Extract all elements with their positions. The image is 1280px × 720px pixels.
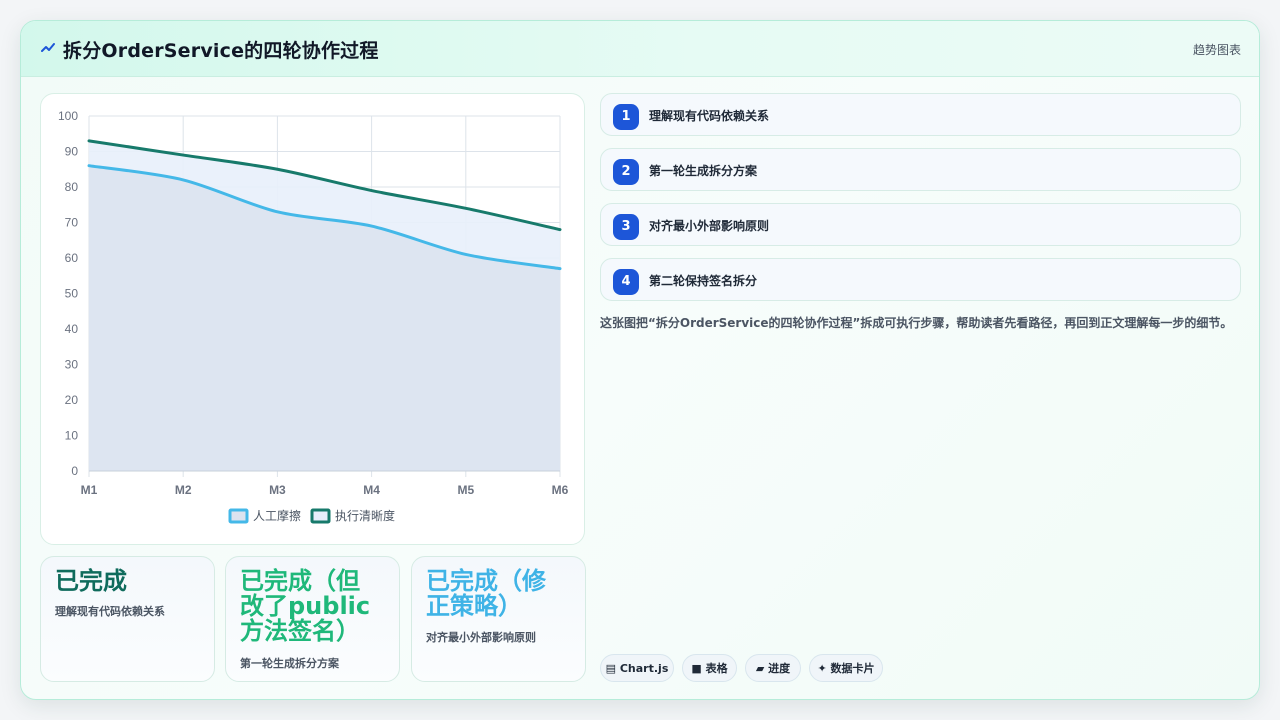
y-tick-label: 60 (65, 251, 79, 265)
tag-label: 表格 (705, 662, 728, 675)
legend-swatch (310, 508, 331, 524)
y-tick-label: 40 (65, 322, 79, 336)
step-label: 第一轮生成拆分方案 (649, 164, 758, 178)
page-title: 拆分OrderService的四轮协作过程 (63, 40, 379, 62)
y-tick-label: 0 (71, 464, 78, 478)
x-tick-label: M4 (363, 483, 380, 497)
tag-data-card[interactable]: ✦ 数据卡片 (809, 654, 883, 682)
y-tick-label: 20 (65, 393, 79, 407)
step-item-3: 3 对齐最小外部影响原则 (600, 203, 1241, 246)
chart-type-tag: 趋势图表 (1192, 43, 1241, 57)
tag-progress[interactable]: ▰ 进度 (745, 654, 801, 682)
zigzag-icon (41, 43, 55, 52)
x-tick-label: M6 (552, 483, 569, 497)
tag-chartjs[interactable]: ▤ Chart.js (600, 654, 674, 682)
x-tick-label: M2 (175, 483, 192, 497)
x-tick-label: M5 (457, 483, 474, 497)
step-item-2: 2 第一轮生成拆分方案 (600, 148, 1241, 191)
stat-value-line: 正策略） (426, 592, 522, 620)
step-number: 4 (613, 269, 639, 295)
stat-caption: 理解现有代码依赖关系 (55, 605, 165, 618)
stat-caption: 对齐最小外部影响原则 (426, 631, 536, 644)
step-label: 对齐最小外部影响原则 (649, 219, 770, 233)
tag-label: Chart.js (619, 662, 669, 675)
stat-value-line: 已完成 (55, 567, 127, 595)
y-tick-label: 70 (65, 216, 79, 230)
step-label: 第二轮保持签名拆分 (649, 274, 758, 288)
y-tick-label: 100 (58, 109, 78, 123)
line-chart: 0 10 20 30 40 50 60 70 80 90 100 M1 M2 M3 M4 M5 M6 人工摩擦 执行… (58, 109, 569, 524)
sparkle-icon: ✦ (817, 662, 827, 675)
chart-panel: 0 10 20 30 40 50 60 70 80 90 100 M1 M2 M3 M4 M5 M6 人工摩擦 执行… (40, 93, 585, 545)
stat-value-line: 改了public (240, 592, 371, 620)
y-tick-label: 90 (65, 145, 79, 159)
y-tick-label: 50 (65, 287, 79, 301)
stat-value-line: 方法签名） (240, 617, 360, 645)
header: 拆分OrderService的四轮协作过程 趋势图表 (21, 21, 1259, 77)
step-number: 3 (613, 214, 639, 240)
stat-value-line: 已完成（修 (426, 567, 546, 595)
x-tick-label: M1 (81, 483, 98, 497)
step-item-4: 4 第二轮保持签名拆分 (600, 258, 1241, 301)
stat-caption: 第一轮生成拆分方案 (240, 657, 339, 670)
legend-label: 执行清晰度 (335, 508, 395, 523)
stat-value: 已完成（修 正策略） (426, 569, 576, 619)
tag-label: 进度 (768, 662, 791, 675)
main-card: 拆分OrderService的四轮协作过程 趋势图表 0 10 20 30 40 50 60… (20, 20, 1260, 700)
stat-value: 已完成（但 改了public 方法签名） (240, 569, 390, 644)
legend-label: 人工摩擦 (253, 508, 301, 523)
y-tick-label: 30 (65, 358, 79, 372)
tag-label: 数据卡片 (830, 662, 875, 675)
step-number: 1 (613, 104, 639, 130)
step-number: 2 (613, 159, 639, 185)
step-label: 理解现有代码依赖关系 (649, 109, 770, 123)
stat-value-line: 已完成（但 (240, 567, 360, 595)
step-item-1: 1 理解现有代码依赖关系 (600, 93, 1241, 136)
stat-card-1: 已完成 理解现有代码依赖关系 (40, 556, 215, 682)
x-tick-label: M3 (269, 483, 286, 497)
stat-card-2: 已完成（但 改了public 方法签名） 第一轮生成拆分方案 (225, 556, 400, 682)
stat-card-3: 已完成（修 正策略） 对齐最小外部影响原则 (411, 556, 586, 682)
stat-value: 已完成 (55, 569, 205, 594)
table-icon: ■ (691, 662, 702, 675)
chart-icon: ▤ (605, 662, 617, 675)
chart-description: 这张图把“拆分OrderService的四轮协作过程”拆成可执行步骤，帮助读者先… (600, 316, 1233, 330)
progress-icon: ▰ (755, 662, 765, 675)
y-tick-label: 80 (65, 180, 79, 194)
tag-table[interactable]: ■ 表格 (682, 654, 737, 682)
y-tick-label: 10 (65, 429, 79, 443)
legend-swatch (228, 508, 249, 524)
